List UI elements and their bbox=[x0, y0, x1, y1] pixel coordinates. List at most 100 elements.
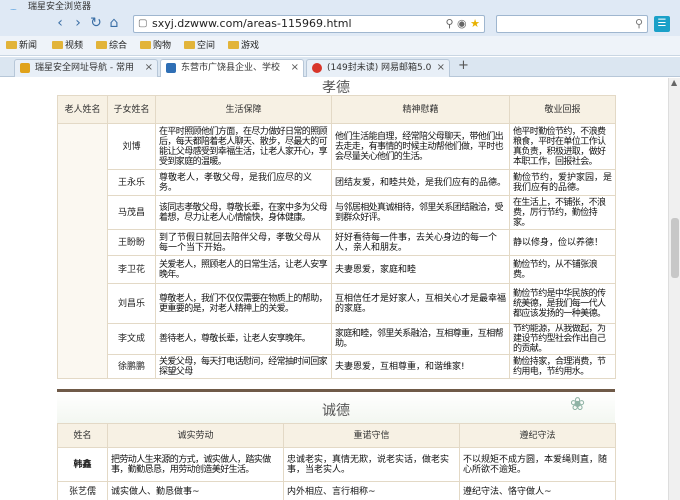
bookmark-news[interactable]: 新闻 bbox=[6, 39, 37, 53]
star-icon[interactable]: ★ bbox=[470, 17, 480, 30]
dedication-text: 静以修身，俭以养德！ bbox=[509, 229, 616, 256]
bookmark-space[interactable]: 空间 bbox=[184, 39, 215, 53]
dedication-text: 他平时勤俭节约，不浪费粮食，平时在单位工作认真负责，积极进取，做好本职工作，回报… bbox=[509, 123, 616, 170]
header-name: 姓名 bbox=[57, 423, 108, 448]
tab-navigation[interactable]: 瑞星安全网址导航 - 常用 × bbox=[14, 59, 158, 77]
life-support-text: 关爱老人，照顾老人的日常生活，让老人安享晚年。 bbox=[155, 255, 332, 284]
table-row: 徐鹏鹏 关爱父母，每天打电话慰问，经常抽时间回家探望父母 夫妻恩爱，互相尊重，和… bbox=[58, 354, 616, 379]
scroll-thumb[interactable] bbox=[671, 218, 679, 278]
search-input[interactable]: ⚲ bbox=[496, 15, 648, 33]
spiritual-text: 好好看待每一件事，去关心身边的每一个人，亲人和朋友。 bbox=[331, 229, 510, 256]
spiritual-text: 家庭和睦，邻里关系融洽，互相尊重，互相帮助。 bbox=[331, 323, 510, 355]
child-name: 王永乐 bbox=[107, 169, 156, 196]
spiritual-text: 团结友爱，和睦共处，是我们应有的品德。 bbox=[331, 169, 510, 196]
forward-icon[interactable]: › bbox=[70, 14, 86, 32]
header-life-support: 生活保障 bbox=[155, 95, 332, 124]
section-title-chengde: 诚德 bbox=[322, 403, 350, 419]
child-name: 李文成 bbox=[107, 323, 156, 355]
life-support-text: 在平时照顾他们方面，在尽力做好日常的照顾后，每天都陪着老人聊天、散步，尽最大的可… bbox=[155, 123, 332, 170]
life-support-text: 尊敬老人，孝敬父母，是我们应尽的义务。 bbox=[155, 169, 332, 196]
header-elder-name: 老人姓名 bbox=[57, 95, 108, 124]
header-law-abiding: 遵纪守法 bbox=[459, 423, 616, 448]
keep-promise-text: 忠诚老实，真情无欺，说老实话，做老实事，当老实人。 bbox=[283, 447, 460, 482]
site-icon bbox=[166, 63, 176, 73]
folder-icon bbox=[228, 41, 239, 49]
keep-promise-text: 内外相应、言行相称~ bbox=[283, 481, 460, 500]
life-support-text: 关爱父母，每天打电话慰问，经常抽时间回家探望父母 bbox=[155, 354, 332, 379]
page-viewport: 孝德 老人姓名 子女姓名 生活保障 精神慰藉 敬业回报 刘博 在平时照顾他们方面… bbox=[0, 78, 680, 500]
person-name: 韩鑫 bbox=[57, 447, 108, 482]
table-row: 刘博 在平时照顾他们方面，在尽力做好日常的照顾后，每天都陪着老人聊天、散步，尽最… bbox=[57, 123, 616, 379]
header-honest-labor: 诚实劳动 bbox=[107, 423, 284, 448]
tab-mail[interactable]: (149封未读) 网易邮箱5.0 × bbox=[306, 59, 450, 77]
folder-icon bbox=[96, 41, 107, 49]
chengde-table: 姓名 诚实劳动 重诺守信 遵纪守法 韩鑫 把劳动人生来源的方式，诚实做人，踏实做… bbox=[57, 423, 616, 500]
law-abiding-text: 遵纪守法、恪守做人~ bbox=[459, 481, 616, 500]
dedication-text: 勤俭持家，合理消费，节约用电，节约用水。 bbox=[509, 354, 616, 379]
dedication-text: 节约能源，从我做起，为建设节约型社会作出自己的贡献。 bbox=[509, 323, 616, 355]
header-child-name: 子女姓名 bbox=[107, 95, 156, 124]
folder-icon bbox=[140, 41, 151, 49]
table-row: 李文成 善待老人，尊敬长辈，让老人安享晚年。 家庭和睦，邻里关系融洽，互相尊重，… bbox=[58, 323, 616, 355]
title-bar: 瑞星安全浏览器 bbox=[0, 0, 680, 12]
spiritual-text: 与邻居相处真诚相待，邻里关系团结融洽，受到群众好评。 bbox=[331, 195, 510, 230]
address-bar[interactable]: ▢ sxyj.dzwww.com/areas-115969.html ⚲ ◉ ★ bbox=[133, 15, 485, 33]
child-name: 徐鹏鹏 bbox=[107, 354, 156, 379]
url-text[interactable]: sxyj.dzwww.com/areas-115969.html bbox=[152, 17, 352, 30]
tab-bar: 瑞星安全网址导航 - 常用 × 东营市广饶县企业、学校 × (149封未读) 网… bbox=[0, 57, 680, 77]
child-name: 李卫花 bbox=[107, 255, 156, 284]
xiaode-table: 老人姓名 子女姓名 生活保障 精神慰藉 敬业回报 刘博 在平时照顾他们方面，在尽… bbox=[57, 95, 616, 379]
spiritual-text: 夫妻恩爱，互相尊重，和谐维家! bbox=[331, 354, 510, 379]
close-icon[interactable]: × bbox=[437, 60, 445, 76]
life-support-text: 善待老人，尊敬长辈，让老人安享晚年。 bbox=[155, 323, 332, 355]
search-icon[interactable]: ⚲ bbox=[445, 17, 453, 30]
section-title-xiaode: 孝德 bbox=[322, 80, 350, 96]
header-keep-promise: 重诺守信 bbox=[283, 423, 460, 448]
mail-icon bbox=[312, 63, 322, 73]
life-support-text: 尊敬老人，我们不仅仅需要在物质上的帮助，更重要的是，对老人精神上的关爱。 bbox=[155, 283, 332, 324]
law-abiding-text: 不以规矩不成方圆，本爱绳则直，随心所欲不逾矩。 bbox=[459, 447, 616, 482]
navigation-bar: ‹ › ↻ ⌂ ▢ sxyj.dzwww.com/areas-115969.ht… bbox=[0, 10, 680, 36]
table-row: 张艺儒 诚实做人、勤恳做事~ 内外相应、言行相称~ 遵纪守法、恪守做人~ bbox=[57, 481, 616, 500]
address-tools: ⚲ ◉ ★ bbox=[445, 17, 480, 30]
bookmark-shopping[interactable]: 购物 bbox=[140, 39, 171, 53]
site-icon bbox=[20, 63, 30, 73]
life-support-text: 到了节假日就回去陪伴父母，孝敬父母从每一个当下开始。 bbox=[155, 229, 332, 256]
search-icon[interactable]: ⚲ bbox=[635, 17, 643, 30]
header-dedication: 敬业回报 bbox=[509, 95, 616, 124]
menu-icon[interactable]: ☰ bbox=[654, 16, 670, 32]
back-icon[interactable]: ‹ bbox=[52, 14, 68, 32]
shield-icon[interactable]: ◉ bbox=[457, 17, 467, 30]
child-name: 刘博 bbox=[107, 123, 156, 170]
bookmarks-bar: 新闻 视频 综合 购物 空间 游戏 bbox=[0, 36, 680, 56]
bookmark-games[interactable]: 游戏 bbox=[228, 39, 259, 53]
spiritual-text: 互相信任才是好家人，互相关心才是最幸福的家庭。 bbox=[331, 283, 510, 324]
home-icon[interactable]: ⌂ bbox=[106, 14, 122, 32]
close-icon[interactable]: × bbox=[145, 60, 153, 76]
dedication-text: 在生活上，不铺张，不浪费，厉行节约，勤俭持家。 bbox=[509, 195, 616, 230]
table-row: 王盼盼 到了节假日就回去陪伴父母，孝敬父母从每一个当下开始。 好好看待每一件事，… bbox=[58, 229, 616, 256]
header-spiritual-comfort: 精神慰藉 bbox=[331, 95, 510, 124]
close-icon[interactable]: × bbox=[291, 60, 299, 76]
person-name: 张艺儒 bbox=[57, 481, 108, 500]
elder-name-cell bbox=[57, 123, 108, 379]
page-icon: ▢ bbox=[138, 18, 148, 29]
life-support-text: 该同志孝敬父母，尊敬长辈，在家中多为父母着想，尽力让老人心情愉快，身体健康。 bbox=[155, 195, 332, 230]
child-name: 马茂昌 bbox=[107, 195, 156, 230]
scroll-up-icon[interactable]: ▲ bbox=[671, 78, 677, 87]
spiritual-text: 夫妻恩爱，家庭和睦 bbox=[331, 255, 510, 284]
folder-icon bbox=[6, 41, 17, 49]
child-name: 王盼盼 bbox=[107, 229, 156, 256]
table-row: 韩鑫 把劳动人生来源的方式，诚实做人，踏实做事，勤勤恳恳，用劳动创造美好生活。 … bbox=[57, 447, 616, 482]
table-header-row: 老人姓名 子女姓名 生活保障 精神慰藉 敬业回报 bbox=[57, 95, 616, 124]
new-tab-icon[interactable]: + bbox=[458, 58, 469, 73]
vertical-scrollbar[interactable]: ▲ bbox=[668, 78, 680, 500]
folder-icon bbox=[184, 41, 195, 49]
dedication-text: 勤俭节约，爱护家园，是我们应有的品德。 bbox=[509, 169, 616, 196]
bookmark-general[interactable]: 综合 bbox=[96, 39, 127, 53]
child-name: 刘昌乐 bbox=[107, 283, 156, 324]
bookmark-video[interactable]: 视频 bbox=[52, 39, 83, 53]
table-header-row: 姓名 诚实劳动 重诺守信 遵纪守法 bbox=[57, 423, 616, 448]
tab-current[interactable]: 东营市广饶县企业、学校 × bbox=[160, 59, 304, 77]
refresh-icon[interactable]: ↻ bbox=[88, 14, 104, 32]
